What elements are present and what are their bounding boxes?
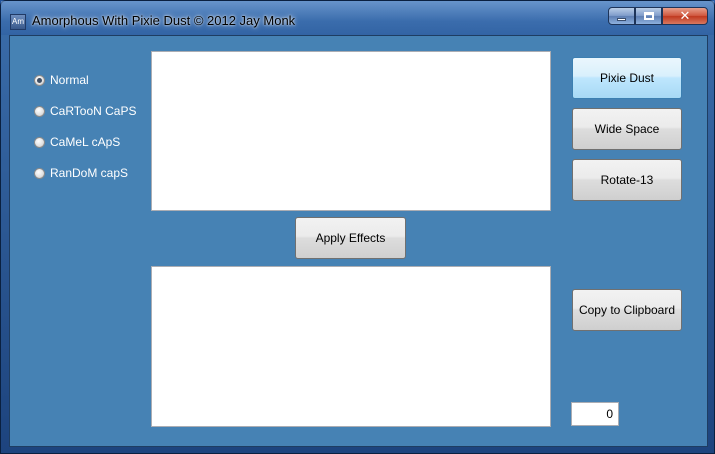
wide-space-button[interactable]: Wide Space: [572, 108, 682, 150]
radio-button-icon[interactable]: [34, 167, 45, 179]
maximize-button[interactable]: [635, 7, 662, 25]
case-option-group: Normal CaRTooN CaPS CaMeL cApS RanDoM ca…: [34, 70, 136, 194]
radio-label: CaMeL cApS: [50, 135, 121, 149]
output-textbox[interactable]: [151, 266, 551, 427]
app-icon[interactable]: Am: [10, 14, 26, 30]
radio-label: CaRTooN CaPS: [50, 104, 137, 118]
input-textbox[interactable]: [151, 51, 551, 211]
title-bar[interactable]: Am Amorphous With Pixie Dust © 2012 Jay …: [1, 1, 714, 35]
character-count-field: 0: [571, 402, 619, 426]
pixie-dust-button[interactable]: Pixie Dust: [572, 57, 682, 99]
radio-cartoon-caps[interactable]: CaRTooN CaPS: [34, 101, 136, 121]
app-window: Am Amorphous With Pixie Dust © 2012 Jay …: [0, 0, 715, 454]
radio-button-icon[interactable]: [34, 136, 45, 148]
caption-buttons: ✕: [608, 7, 708, 27]
close-icon: ✕: [679, 8, 691, 23]
radio-camel-caps[interactable]: CaMeL cApS: [34, 132, 136, 152]
maximize-icon: [643, 12, 654, 20]
window-title: Amorphous With Pixie Dust © 2012 Jay Mon…: [32, 13, 296, 28]
copy-to-clipboard-button[interactable]: Copy to Clipboard: [572, 289, 682, 331]
radio-random-caps[interactable]: RanDoM capS: [34, 163, 136, 183]
close-button[interactable]: ✕: [662, 7, 708, 25]
radio-button-icon[interactable]: [34, 74, 45, 86]
minimize-button[interactable]: [608, 7, 635, 25]
radio-button-icon[interactable]: [34, 105, 45, 117]
rotate-13-button[interactable]: Rotate-13: [572, 159, 682, 201]
apply-effects-button[interactable]: Apply Effects: [295, 217, 406, 259]
radio-label: Normal: [50, 73, 89, 87]
radio-label: RanDoM capS: [50, 166, 129, 180]
client-area: Normal CaRTooN CaPS CaMeL cApS RanDoM ca…: [9, 35, 708, 447]
radio-normal[interactable]: Normal: [34, 70, 136, 90]
minimize-icon: [617, 17, 626, 21]
